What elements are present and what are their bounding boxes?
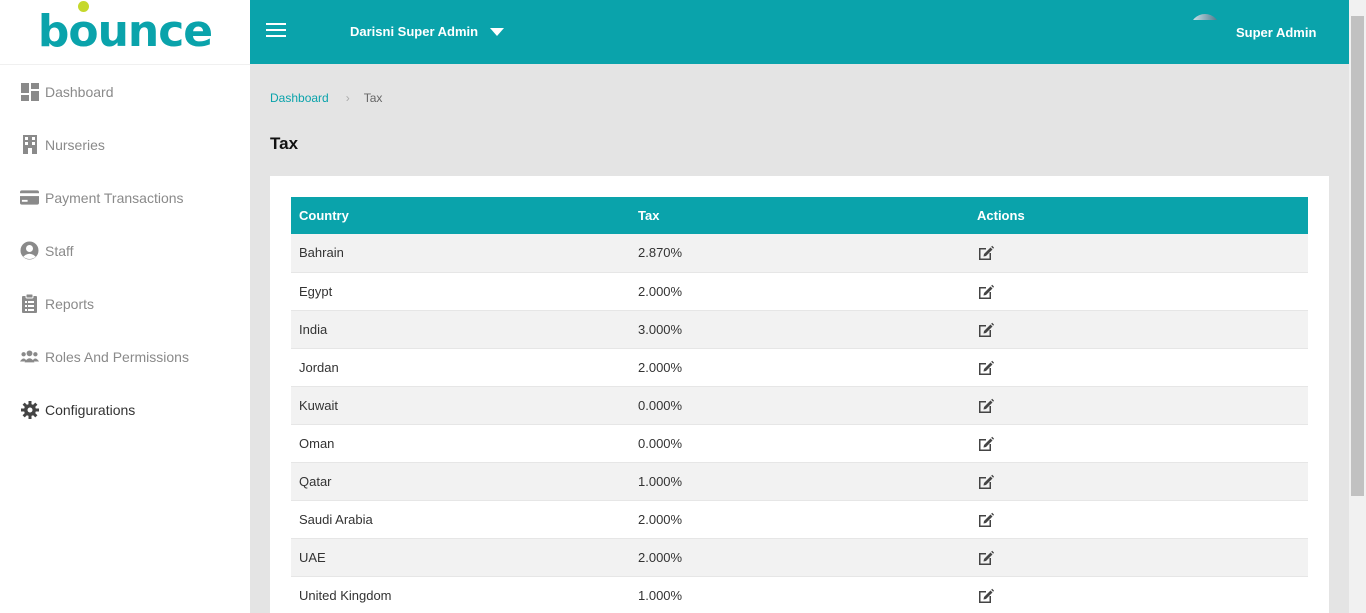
edit-icon[interactable] — [977, 587, 994, 604]
cell-tax: 0.000% — [638, 435, 683, 451]
scrollbar-thumb[interactable] — [1351, 16, 1364, 496]
sidebar-item-nurseries[interactable]: Nurseries — [0, 118, 250, 171]
table-header-row: Country Tax Actions — [291, 197, 1308, 234]
cell-actions — [969, 310, 1308, 348]
chevron-right-icon: › — [345, 91, 350, 105]
table-row: Jordan 2.000% — [291, 348, 1308, 386]
edit-icon[interactable] — [977, 397, 994, 414]
cell-tax: 3.000% — [638, 321, 683, 337]
logo-area[interactable]: bounce — [0, 0, 250, 65]
sidebar-item-label: Dashboard — [45, 83, 114, 100]
column-header-country: Country — [299, 208, 349, 223]
edit-icon[interactable] — [977, 435, 994, 452]
column-header-tax: Tax — [638, 208, 660, 223]
cell-country: Jordan — [299, 359, 339, 375]
logo[interactable]: bounce — [38, 1, 213, 54]
cell-tax: 2.870% — [638, 245, 683, 261]
users-icon — [20, 347, 39, 366]
cell-actions — [969, 386, 1308, 424]
cell-tax: 0.000% — [638, 397, 683, 413]
sidebar-item-label: Configurations — [45, 401, 136, 418]
clipboard-list-icon — [20, 294, 39, 313]
column-header-actions: Actions — [977, 208, 1025, 223]
cell-actions — [969, 234, 1308, 272]
edit-icon[interactable] — [977, 283, 994, 300]
sidebar-nav: Dashboard Nurseries Payment Transactions… — [0, 65, 250, 436]
tax-card: Country Tax Actions Bahrain 2.870% Egypt… — [270, 176, 1329, 613]
cell-country: Kuwait — [299, 397, 339, 413]
menu-toggle-icon[interactable] — [266, 23, 286, 39]
tax-table: Country Tax Actions Bahrain 2.870% Egypt… — [291, 197, 1308, 613]
sidebar-item-configurations[interactable]: Configurations — [0, 383, 250, 436]
cell-actions — [969, 462, 1308, 500]
cell-tax: 2.000% — [638, 549, 683, 565]
user-circle-icon — [20, 241, 39, 260]
cell-tax: 2.000% — [638, 359, 683, 375]
cell-actions — [969, 500, 1308, 538]
cell-actions — [969, 538, 1308, 576]
sidebar-item-label: Payment Transactions — [45, 189, 184, 206]
cell-actions — [969, 576, 1308, 613]
user-name[interactable]: Super Admin — [1236, 25, 1316, 40]
edit-icon[interactable] — [977, 244, 994, 261]
edit-icon[interactable] — [977, 321, 994, 338]
breadcrumb-current: Tax — [363, 91, 383, 105]
cell-country: Qatar — [299, 473, 332, 489]
table-row: Egypt 2.000% — [291, 272, 1308, 310]
edit-icon[interactable] — [977, 549, 994, 566]
page-scrollbar[interactable] — [1349, 0, 1366, 613]
table-row: India 3.000% — [291, 310, 1308, 348]
cell-country: United Kingdom — [299, 587, 392, 603]
breadcrumb: Dashboard › Tax — [270, 91, 382, 105]
sidebar: bounce Dashboard Nurseries Payment Trans… — [0, 0, 250, 613]
cell-tax: 1.000% — [638, 587, 683, 603]
org-selector[interactable]: Darisni Super Admin — [350, 24, 505, 39]
sidebar-item-label: Nurseries — [45, 136, 105, 153]
breadcrumb-dashboard-link[interactable]: Dashboard — [270, 91, 329, 105]
table-body: Bahrain 2.870% Egypt 2.000% India 3.000%… — [291, 234, 1308, 613]
logo-text: bounce — [37, 6, 213, 57]
logo-dot — [77, 1, 89, 12]
dashboard-icon — [20, 82, 39, 101]
cell-country: India — [299, 321, 328, 337]
avatar[interactable] — [1190, 14, 1220, 44]
cell-tax: 2.000% — [638, 511, 683, 527]
edit-icon[interactable] — [977, 511, 994, 528]
table-row: Saudi Arabia 2.000% — [291, 500, 1308, 538]
edit-icon[interactable] — [977, 473, 994, 490]
sidebar-item-roles-and-permissions[interactable]: Roles And Permissions — [0, 330, 250, 383]
sidebar-item-reports[interactable]: Reports — [0, 277, 250, 330]
table-row: United Kingdom 1.000% — [291, 576, 1308, 613]
cell-actions — [969, 348, 1308, 386]
sidebar-item-label: Reports — [45, 295, 95, 312]
caret-down-icon — [490, 27, 505, 36]
cell-tax: 2.000% — [638, 283, 683, 299]
cell-country: UAE — [299, 549, 326, 565]
sidebar-item-label: Roles And Permissions — [45, 348, 189, 365]
cell-country: Egypt — [299, 283, 333, 299]
table-row: Kuwait 0.000% — [291, 386, 1308, 424]
sidebar-item-label: Staff — [45, 242, 74, 259]
cell-tax: 1.000% — [638, 473, 683, 489]
org-name: Darisni Super Admin — [350, 24, 479, 39]
cell-actions — [969, 424, 1308, 462]
sidebar-item-payment-transactions[interactable]: Payment Transactions — [0, 171, 250, 224]
cell-country: Bahrain — [299, 245, 344, 261]
building-icon — [20, 135, 39, 154]
table-row: Bahrain 2.870% — [291, 234, 1308, 272]
cell-country: Saudi Arabia — [299, 511, 373, 527]
gear-icon — [20, 400, 39, 419]
table-row: UAE 2.000% — [291, 538, 1308, 576]
table-row: Oman 0.000% — [291, 424, 1308, 462]
page-title: Tax — [270, 134, 299, 153]
cell-country: Oman — [299, 435, 335, 451]
sidebar-item-staff[interactable]: Staff — [0, 224, 250, 277]
top-bar: Darisni Super Admin Super Admin — [250, 0, 1349, 64]
table-row: Qatar 1.000% — [291, 462, 1308, 500]
credit-card-icon — [20, 188, 39, 207]
cell-actions — [969, 272, 1308, 310]
sidebar-item-dashboard[interactable]: Dashboard — [0, 65, 250, 118]
edit-icon[interactable] — [977, 359, 994, 376]
